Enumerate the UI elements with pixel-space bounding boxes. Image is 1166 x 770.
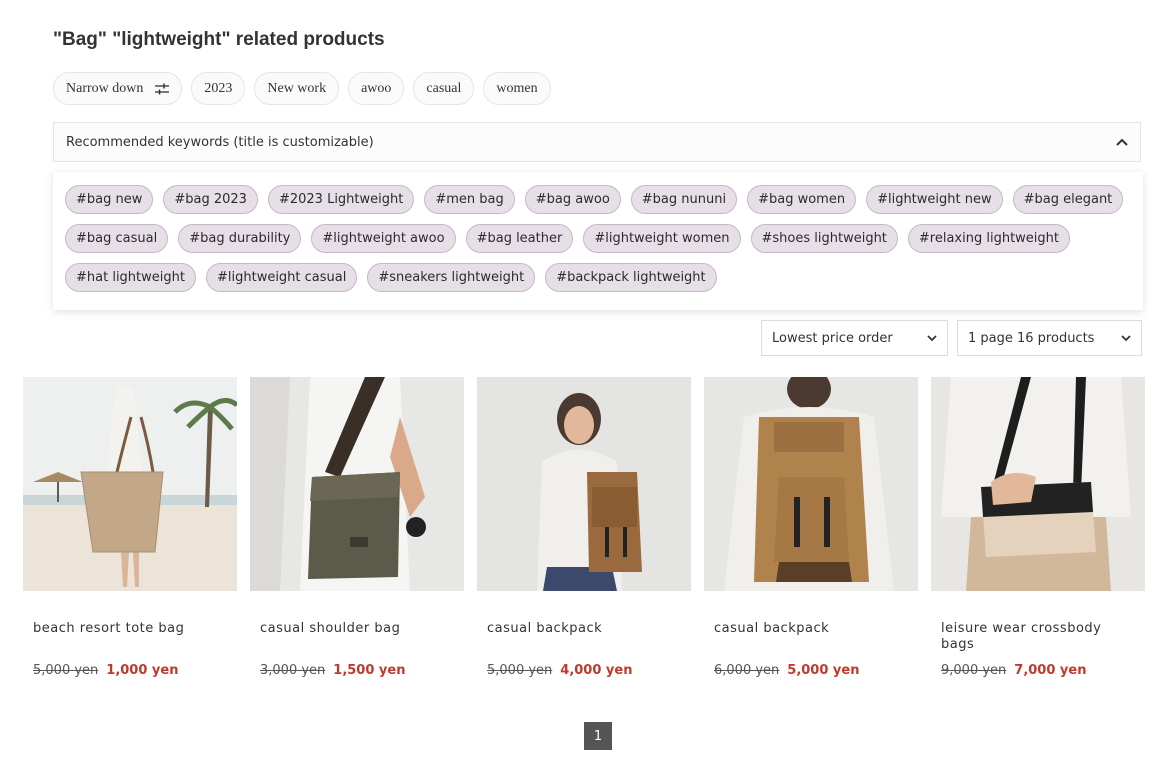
sort-order-select[interactable]: Lowest price order [761, 320, 948, 356]
per-page-value: 1 page 16 products [968, 330, 1095, 346]
keyword-tag[interactable]: #2023 Lightweight [267, 185, 415, 214]
product-card[interactable]: casual shoulder bag 3,000 yen 1,500 yen [250, 377, 464, 678]
keyword-tag[interactable]: #sneakers lightweight [367, 263, 536, 292]
keyword-tag[interactable]: #lightweight awoo [311, 224, 456, 253]
keyword-tag[interactable]: #bag nununi [630, 185, 738, 214]
keyword-tag[interactable]: #hat lightweight [65, 263, 196, 292]
keyword-tag[interactable]: #bag leather [465, 224, 574, 253]
product-name[interactable]: casual backpack [714, 621, 908, 655]
keyword-tag[interactable]: #relaxing lightweight [907, 224, 1071, 253]
keyword-tag[interactable]: #backpack lightweight [545, 263, 717, 292]
keyword-tag[interactable]: #bag women [747, 185, 857, 214]
keyword-tag[interactable]: #shoes lightweight [750, 224, 898, 253]
filter-chip-women[interactable]: women [483, 72, 551, 105]
product-name[interactable]: leisure wear crossbody bags [941, 621, 1135, 655]
keyword-tag[interactable]: #bag awoo [524, 185, 621, 214]
filter-sliders-icon [155, 83, 170, 94]
product-prices: 3,000 yen 1,500 yen [260, 663, 454, 678]
product-prices: 9,000 yen 7,000 yen [941, 663, 1135, 678]
keyword-tag[interactable]: #bag casual [65, 224, 169, 253]
old-price: 6,000 yen [714, 663, 780, 678]
narrow-down-label: Narrow down [66, 80, 144, 96]
filter-chip-casual[interactable]: casual [413, 72, 475, 105]
sort-order-value: Lowest price order [772, 330, 893, 346]
sale-price: 7,000 yen [1014, 663, 1087, 678]
old-price: 5,000 yen [33, 663, 99, 678]
sale-price: 5,000 yen [787, 663, 860, 678]
sale-price: 1,500 yen [333, 663, 406, 678]
keyword-tag[interactable]: #men bag [424, 185, 515, 214]
chevron-up-icon [1116, 138, 1128, 146]
product-name[interactable]: casual backpack [487, 621, 681, 655]
page-title: "Bag" "lightweight" related products [53, 29, 385, 50]
old-price: 5,000 yen [487, 663, 553, 678]
man-backpack-photo[interactable] [704, 377, 918, 591]
keyword-tags-panel: #bag new #bag 2023 #2023 Lightweight #me… [53, 172, 1143, 310]
product-grid: beach resort tote bag 5,000 yen 1,000 ye… [23, 377, 1145, 678]
keyword-tag[interactable]: #lightweight women [583, 224, 741, 253]
filter-chip-new-work[interactable]: New work [254, 72, 340, 105]
keyword-tag[interactable]: #lightweight casual [205, 263, 358, 292]
keyword-tag[interactable]: #bag elegant [1012, 185, 1124, 214]
product-card[interactable]: leisure wear crossbody bags 9,000 yen 7,… [931, 377, 1145, 678]
product-prices: 6,000 yen 5,000 yen [714, 663, 908, 678]
chevron-down-icon [927, 334, 937, 341]
woman-backpack-photo[interactable] [477, 377, 691, 591]
product-prices: 5,000 yen 1,000 yen [33, 663, 227, 678]
old-price: 3,000 yen [260, 663, 326, 678]
old-price: 9,000 yen [941, 663, 1007, 678]
product-card[interactable]: beach resort tote bag 5,000 yen 1,000 ye… [23, 377, 237, 678]
product-card[interactable]: casual backpack 5,000 yen 4,000 yen [477, 377, 691, 678]
product-prices: 5,000 yen 4,000 yen [487, 663, 681, 678]
product-name[interactable]: casual shoulder bag [260, 621, 454, 655]
beach-tote-photo[interactable] [23, 377, 237, 591]
filter-chip-awoo[interactable]: awoo [348, 72, 405, 105]
keywords-toggle[interactable]: Recommended keywords (title is customiza… [53, 122, 1141, 162]
shoulder-bag-photo[interactable] [250, 377, 464, 591]
product-card[interactable]: casual backpack 6,000 yen 5,000 yen [704, 377, 918, 678]
sale-price: 1,000 yen [106, 663, 179, 678]
product-name[interactable]: beach resort tote bag [33, 621, 227, 655]
pagination-page-1[interactable]: 1 [584, 722, 612, 750]
keyword-tag[interactable]: #bag new [65, 185, 154, 214]
keywords-header-label: Recommended keywords (title is customiza… [66, 134, 374, 150]
chevron-down-icon [1121, 334, 1131, 341]
per-page-select[interactable]: 1 page 16 products [957, 320, 1142, 356]
filter-chip-2023[interactable]: 2023 [191, 72, 246, 105]
keyword-tag[interactable]: #bag durability [178, 224, 302, 253]
sale-price: 4,000 yen [560, 663, 633, 678]
keyword-tag[interactable]: #lightweight new [866, 185, 1003, 214]
crossbody-bag-photo[interactable] [931, 377, 1145, 591]
keyword-tag[interactable]: #bag 2023 [163, 185, 258, 214]
filter-bar: Narrow down 2023 New work awoo casual wo… [53, 72, 551, 105]
narrow-down-button[interactable]: Narrow down [53, 72, 183, 105]
